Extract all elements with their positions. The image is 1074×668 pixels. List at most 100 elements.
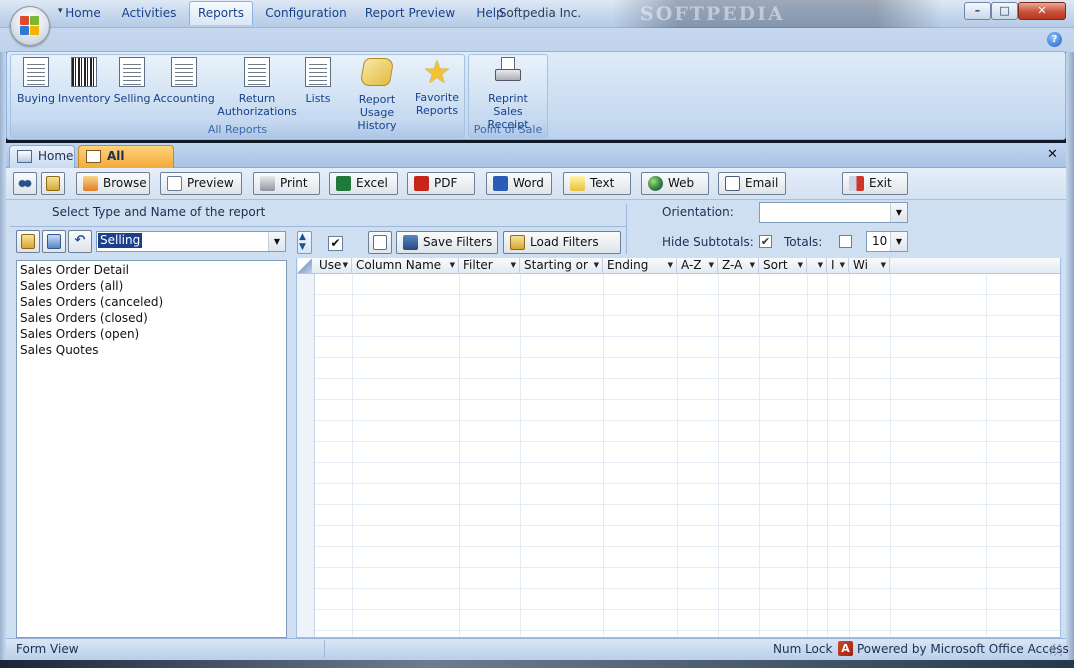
- chevron-down-icon[interactable]: ▼: [709, 258, 714, 273]
- save-filters-button[interactable]: Save Filters: [396, 231, 498, 254]
- folder-icon: [21, 234, 35, 249]
- help-icon[interactable]: ?: [1047, 32, 1062, 47]
- clear-filters-button[interactable]: [368, 231, 392, 254]
- status-view-mode: Form View: [16, 642, 79, 656]
- list-item[interactable]: Sales Orders (all): [20, 278, 123, 294]
- report-list[interactable]: Sales Order Detail Sales Orders (all) Sa…: [16, 260, 287, 638]
- column-header-label: Ending: [607, 258, 649, 272]
- chevron-down-icon[interactable]: ▼: [840, 258, 845, 273]
- accounting-button[interactable]: Accounting: [153, 56, 215, 105]
- column-settings-grid[interactable]: [296, 258, 1061, 638]
- preview-button[interactable]: Preview: [160, 172, 242, 195]
- report-options-button[interactable]: [41, 172, 65, 195]
- browse-icon: [83, 176, 98, 191]
- chevron-down-icon[interactable]: ▼: [268, 232, 285, 251]
- floppy-disk-icon: [403, 235, 418, 250]
- list-item[interactable]: Sales Orders (open): [20, 326, 139, 342]
- totals-checkbox[interactable]: [839, 235, 852, 248]
- tab-home[interactable]: Home: [60, 4, 106, 24]
- chevron-down-icon[interactable]: ▼: [594, 258, 599, 273]
- pdf-button[interactable]: PDF: [407, 172, 475, 195]
- tab-reports[interactable]: Reports: [189, 1, 253, 25]
- report-document-icon: [168, 57, 200, 89]
- close-window-button[interactable]: ✕: [1018, 2, 1066, 20]
- list-item[interactable]: Sales Order Detail: [20, 262, 129, 278]
- browse-button[interactable]: Browse: [76, 172, 150, 195]
- doc-tab-home[interactable]: Home: [9, 145, 75, 168]
- grid-column-line: [352, 274, 353, 637]
- column-header-width[interactable]: Wi ▼: [849, 258, 890, 274]
- return-authorizations-button[interactable]: Return Authorizations: [216, 56, 298, 118]
- column-header-i[interactable]: I ▼: [827, 258, 849, 274]
- print-button[interactable]: Print: [253, 172, 320, 195]
- column-header-label: Filter: [463, 258, 493, 272]
- column-header-column-name[interactable]: Column Name ▼: [352, 258, 459, 274]
- chevron-down-icon[interactable]: ▼: [450, 258, 455, 273]
- window-border-right: [1066, 28, 1074, 660]
- orientation-dropdown[interactable]: ▼: [759, 202, 908, 223]
- column-header-use[interactable]: Use ▼: [315, 258, 352, 274]
- open-report-button[interactable]: [16, 230, 40, 253]
- web-button[interactable]: Web: [641, 172, 709, 195]
- row-count-value: 10: [872, 234, 888, 248]
- inventory-label: Inventory: [58, 92, 111, 105]
- magnifier-icon: [167, 176, 182, 191]
- column-header-sort[interactable]: Sort ▼: [759, 258, 807, 274]
- favorite-reports-label-line1: Favorite: [415, 91, 459, 104]
- chevron-down-icon[interactable]: ▼: [343, 258, 348, 273]
- move-up-down-button[interactable]: ▲ ▼: [297, 231, 312, 254]
- office-button[interactable]: [10, 6, 50, 46]
- list-item[interactable]: Sales Orders (canceled): [20, 294, 163, 310]
- find-button[interactable]: [13, 172, 37, 195]
- chevron-down-icon[interactable]: ▼: [890, 203, 907, 222]
- reprint-sales-receipt-button[interactable]: Reprint Sales Receipt: [472, 56, 544, 131]
- chevron-down-icon[interactable]: ▼: [890, 232, 907, 251]
- totals-label: Totals:: [784, 235, 823, 249]
- column-header-label: I: [831, 258, 835, 272]
- inventory-button[interactable]: Inventory: [58, 56, 111, 105]
- undo-button[interactable]: ↶: [68, 230, 92, 253]
- excel-button[interactable]: Excel: [329, 172, 398, 195]
- printer-icon: [260, 176, 275, 191]
- favorite-reports-button[interactable]: ★ Favorite Reports: [414, 56, 460, 117]
- hide-subtotals-checkbox[interactable]: ✔: [759, 235, 772, 248]
- tab-activities[interactable]: Activities: [118, 4, 180, 24]
- select-all-checkbox[interactable]: ✔: [328, 236, 343, 251]
- selling-button[interactable]: Selling: [111, 56, 153, 105]
- list-item[interactable]: Sales Orders (closed): [20, 310, 148, 326]
- lists-button[interactable]: Lists: [300, 56, 336, 105]
- chevron-down-icon[interactable]: ▼: [511, 258, 516, 273]
- column-header-z-a[interactable]: Z-A ▼: [718, 258, 759, 274]
- load-filters-button[interactable]: Load Filters: [503, 231, 621, 254]
- text-button[interactable]: Text: [563, 172, 631, 195]
- list-item[interactable]: Sales Quotes: [20, 342, 99, 358]
- access-icon: A: [838, 641, 853, 656]
- chevron-down-icon[interactable]: ▼: [668, 258, 673, 273]
- chevron-down-icon[interactable]: ▼: [798, 258, 803, 273]
- return-authorizations-label-line2: Authorizations: [217, 105, 297, 118]
- column-header-filter[interactable]: Filter ▼: [459, 258, 520, 274]
- close-document-icon[interactable]: ✕: [1047, 147, 1058, 162]
- email-button[interactable]: Email: [718, 172, 786, 195]
- report-settings-button[interactable]: [42, 230, 66, 253]
- column-header-starting[interactable]: Starting or ▼: [520, 258, 603, 274]
- tab-report-preview[interactable]: Report Preview: [362, 4, 458, 24]
- report-document-icon: [241, 57, 273, 89]
- buying-button[interactable]: Buying: [16, 56, 56, 105]
- tab-help[interactable]: Help: [471, 4, 509, 24]
- maximize-button[interactable]: □: [991, 2, 1018, 20]
- column-header-blank[interactable]: ▼: [807, 258, 827, 274]
- chevron-down-icon[interactable]: ▼: [818, 258, 823, 273]
- minimize-button[interactable]: –: [964, 2, 991, 20]
- word-button[interactable]: Word: [486, 172, 552, 195]
- doc-tab-all-reports[interactable]: All Reports: [78, 145, 174, 184]
- column-header-a-z[interactable]: A-Z ▼: [677, 258, 718, 274]
- exit-button[interactable]: Exit: [842, 172, 908, 195]
- report-usage-history-button[interactable]: Report Usage History: [340, 56, 414, 132]
- chevron-down-icon[interactable]: ▼: [881, 258, 886, 273]
- tab-configuration[interactable]: Configuration: [263, 4, 349, 24]
- select-all-corner[interactable]: [298, 259, 312, 273]
- resize-grip[interactable]: [1050, 644, 1062, 656]
- chevron-down-icon[interactable]: ▼: [750, 258, 755, 273]
- column-header-ending[interactable]: Ending ▼: [603, 258, 677, 274]
